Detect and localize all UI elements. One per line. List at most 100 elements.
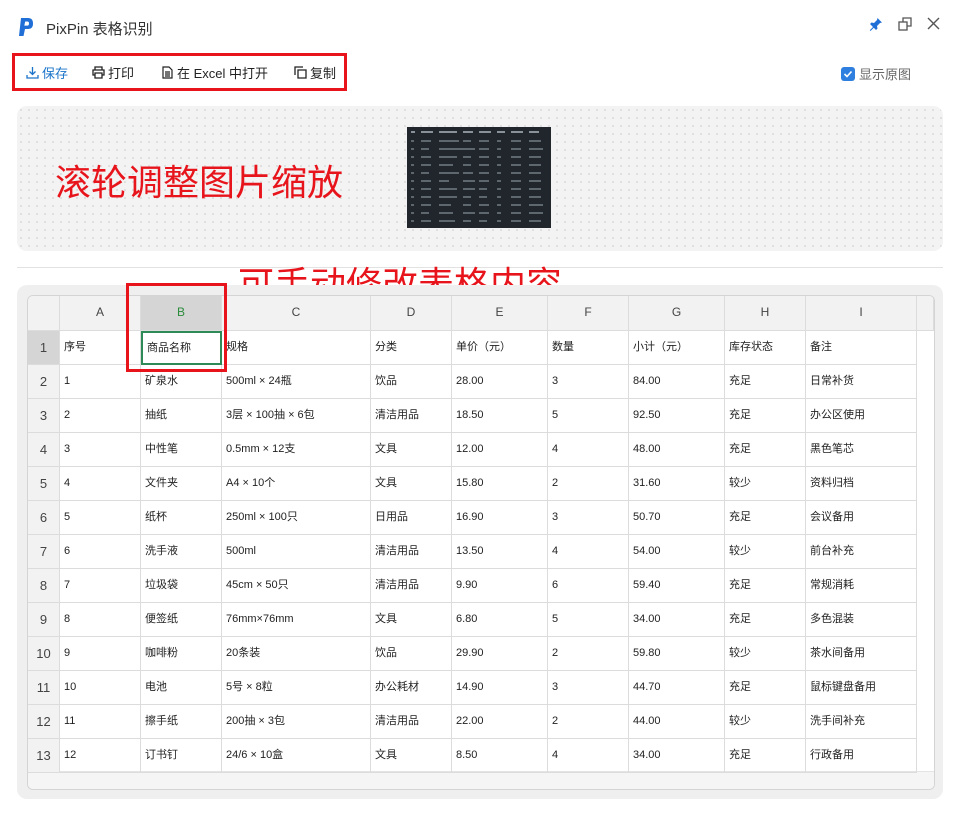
table-cell[interactable]: 数量 — [548, 331, 629, 365]
print-button[interactable]: 打印 — [92, 63, 134, 82]
table-cell[interactable]: 较少 — [725, 535, 806, 569]
table-cell[interactable]: 充足 — [725, 399, 806, 433]
row-header[interactable]: 10 — [28, 637, 60, 671]
table-cell[interactable]: 5号 × 8粒 — [222, 671, 371, 705]
table-cell[interactable]: 28.00 — [452, 365, 548, 399]
table-cell[interactable]: 行政备用 — [806, 739, 917, 773]
table-cell[interactable]: 清洁用品 — [371, 399, 452, 433]
table-cell[interactable]: 6.80 — [452, 603, 548, 637]
column-header-a[interactable]: A — [60, 296, 141, 331]
table-cell[interactable]: 黑色笔芯 — [806, 433, 917, 467]
column-header-h[interactable]: H — [725, 296, 806, 331]
table-cell[interactable]: 垃圾袋 — [141, 569, 222, 603]
table-cell[interactable]: 9.90 — [452, 569, 548, 603]
close-icon[interactable] — [924, 17, 942, 35]
table-cell[interactable]: 清洁用品 — [371, 569, 452, 603]
table-cell[interactable]: 10 — [60, 671, 141, 705]
table-cell[interactable]: 2 — [60, 399, 141, 433]
table-cell[interactable]: 充足 — [725, 569, 806, 603]
column-header-f[interactable]: F — [548, 296, 629, 331]
table-cell[interactable]: 充足 — [725, 433, 806, 467]
row-header[interactable]: 5 — [28, 467, 60, 501]
table-cell[interactable]: A4 × 10个 — [222, 467, 371, 501]
table-cell[interactable]: 鼠标键盘备用 — [806, 671, 917, 705]
table-cell[interactable]: 6 — [60, 535, 141, 569]
table-cell[interactable]: 54.00 — [629, 535, 725, 569]
table-cell[interactable]: 2 — [548, 637, 629, 671]
table-cell[interactable]: 18.50 — [452, 399, 548, 433]
table-cell[interactable]: 3 — [60, 433, 141, 467]
table-cell[interactable]: 24/6 × 10盒 — [222, 739, 371, 773]
table-cell[interactable]: 序号 — [60, 331, 141, 365]
table-cell[interactable]: 34.00 — [629, 603, 725, 637]
table-cell[interactable]: 抽纸 — [141, 399, 222, 433]
original-image-thumbnail[interactable] — [407, 127, 551, 228]
table-cell[interactable]: 92.50 — [629, 399, 725, 433]
table-cell[interactable]: 规格 — [222, 331, 371, 365]
table-cell[interactable]: 12.00 — [452, 433, 548, 467]
table-cell[interactable]: 8 — [60, 603, 141, 637]
table-cell[interactable]: 45cm × 50只 — [222, 569, 371, 603]
column-header-b[interactable]: B — [141, 296, 222, 331]
table-cell[interactable]: 分类 — [371, 331, 452, 365]
table-cell[interactable]: 0.5mm × 12支 — [222, 433, 371, 467]
table-cell[interactable]: 中性笔 — [141, 433, 222, 467]
active-cell-editor[interactable]: 商品名称 — [141, 331, 222, 365]
column-header-i[interactable]: I — [806, 296, 917, 331]
table-cell[interactable]: 15.80 — [452, 467, 548, 501]
table-cell[interactable]: 纸杯 — [141, 501, 222, 535]
table-cell[interactable]: 较少 — [725, 467, 806, 501]
table-cell[interactable]: 充足 — [725, 739, 806, 773]
table-cell[interactable]: 11 — [60, 705, 141, 739]
row-header[interactable]: 1 — [28, 331, 60, 365]
table-cell[interactable]: 200抽 × 3包 — [222, 705, 371, 739]
table-cell[interactable]: 3层 × 100抽 × 6包 — [222, 399, 371, 433]
table-cell[interactable]: 文具 — [371, 739, 452, 773]
table-cell[interactable]: 31.60 — [629, 467, 725, 501]
table-cell[interactable]: 充足 — [725, 365, 806, 399]
table-cell[interactable]: 8.50 — [452, 739, 548, 773]
table-cell[interactable]: 文具 — [371, 603, 452, 637]
table-cell[interactable]: 3 — [548, 671, 629, 705]
row-header[interactable]: 8 — [28, 569, 60, 603]
table-cell[interactable]: 充足 — [725, 603, 806, 637]
row-header[interactable]: 4 — [28, 433, 60, 467]
table-cell[interactable]: 50.70 — [629, 501, 725, 535]
table-cell[interactable]: 4 — [60, 467, 141, 501]
table-cell[interactable]: 会议备用 — [806, 501, 917, 535]
table-cell[interactable]: 小计（元） — [629, 331, 725, 365]
table-cell[interactable]: 7 — [60, 569, 141, 603]
table-cell[interactable]: 44.70 — [629, 671, 725, 705]
table-cell[interactable]: 14.90 — [452, 671, 548, 705]
table-cell[interactable]: 前台补充 — [806, 535, 917, 569]
table-cell[interactable]: 5 — [60, 501, 141, 535]
table-cell[interactable]: 5 — [548, 399, 629, 433]
table-cell[interactable]: 茶水间备用 — [806, 637, 917, 671]
table-cell[interactable]: 59.40 — [629, 569, 725, 603]
row-header[interactable]: 11 — [28, 671, 60, 705]
table-cell[interactable]: 便签纸 — [141, 603, 222, 637]
table-cell[interactable]: 擦手纸 — [141, 705, 222, 739]
table-cell[interactable]: 单价（元） — [452, 331, 548, 365]
table-cell[interactable]: 日常补货 — [806, 365, 917, 399]
show-original-toggle[interactable]: 显示原图 — [841, 64, 911, 83]
table-cell[interactable]: 6 — [548, 569, 629, 603]
table-cell[interactable]: 清洁用品 — [371, 535, 452, 569]
table-cell[interactable]: 电池 — [141, 671, 222, 705]
table-cell[interactable]: 充足 — [725, 671, 806, 705]
copy-button[interactable]: 复制 — [294, 63, 336, 82]
table-cell[interactable]: 2 — [548, 467, 629, 501]
table-cell[interactable]: 5 — [548, 603, 629, 637]
table-cell[interactable]: 84.00 — [629, 365, 725, 399]
table-cell[interactable]: 常规消耗 — [806, 569, 917, 603]
table-cell[interactable]: 办公耗材 — [371, 671, 452, 705]
table-cell[interactable]: 12 — [60, 739, 141, 773]
column-header-d[interactable]: D — [371, 296, 452, 331]
pin-icon[interactable] — [867, 17, 885, 35]
table-cell[interactable]: 500ml × 24瓶 — [222, 365, 371, 399]
table-cell[interactable]: 3 — [548, 501, 629, 535]
table-cell[interactable]: 3 — [548, 365, 629, 399]
row-header[interactable]: 3 — [28, 399, 60, 433]
table-cell[interactable]: 9 — [60, 637, 141, 671]
table-cell[interactable]: 备注 — [806, 331, 917, 365]
